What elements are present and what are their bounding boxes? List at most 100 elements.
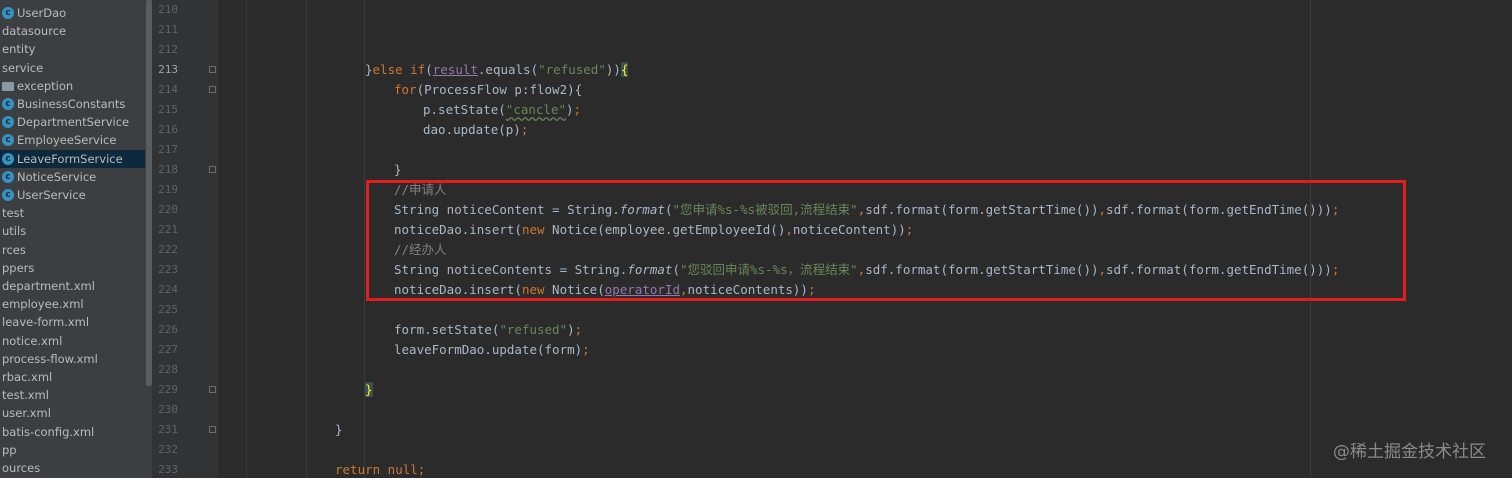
tree-item[interactable]: c DepartmentService bbox=[0, 113, 145, 131]
tree-item-label: datasource bbox=[2, 24, 67, 39]
code-line[interactable]: dao.update(p); bbox=[423, 120, 528, 140]
tree-item[interactable]: service bbox=[0, 59, 145, 77]
code-line[interactable]: return null; bbox=[335, 460, 425, 478]
class-icon: c bbox=[2, 134, 14, 147]
code-token: dao.update(p) bbox=[423, 122, 521, 137]
code-line[interactable]: } bbox=[365, 380, 373, 400]
tree-item-label: service bbox=[2, 60, 44, 75]
tree-item[interactable]: notice.xml bbox=[0, 332, 145, 350]
tree-item-label: ources bbox=[2, 461, 41, 475]
watermark: @稀土掘金技术社区 bbox=[1333, 442, 1486, 462]
line-number: 233 bbox=[158, 463, 178, 476]
code-token: (ProcessFlow p:flow2){ bbox=[416, 82, 583, 97]
tree-item[interactable]: employee.xml bbox=[0, 295, 145, 313]
code-token: ; bbox=[582, 342, 590, 357]
line-number: 231 bbox=[158, 423, 178, 436]
line-number: 223 bbox=[158, 263, 178, 276]
tree-item[interactable]: test bbox=[0, 204, 145, 222]
tree-item-label: EmployeeService bbox=[17, 133, 117, 148]
tree-item[interactable]: c EmployeeService bbox=[0, 131, 145, 149]
code-line[interactable]: } bbox=[394, 160, 402, 180]
code-token: "refused" bbox=[499, 322, 568, 337]
tree-item-label: department.xml bbox=[2, 279, 95, 293]
indent-guide bbox=[306, 0, 307, 478]
line-number: 210 bbox=[158, 3, 178, 16]
code-token: else if bbox=[372, 62, 426, 77]
code-line[interactable]: for(ProcessFlow p:flow2){ bbox=[394, 80, 582, 100]
tree-item[interactable]: c NoticeService bbox=[0, 168, 145, 186]
line-number: 221 bbox=[158, 223, 178, 236]
tree-item[interactable]: rbac.xml bbox=[0, 368, 145, 386]
code-token: ; bbox=[520, 122, 529, 137]
tree-item[interactable]: leave-form.xml bbox=[0, 313, 145, 331]
line-number: 212 bbox=[158, 43, 178, 56]
indent-guide bbox=[246, 0, 247, 478]
line-number: 216 bbox=[158, 123, 178, 136]
tree-item[interactable]: c LeaveFormService bbox=[0, 149, 145, 168]
tree-item-label: batis-config.xml bbox=[2, 424, 95, 439]
tree-item-label: DepartmentService bbox=[17, 115, 130, 130]
class-icon: c bbox=[2, 7, 14, 19]
code-token: ( bbox=[425, 62, 433, 77]
code-line[interactable]: p.setState("cancle"); bbox=[423, 100, 581, 120]
tree-item[interactable]: utils bbox=[0, 222, 145, 240]
tree-item-label: test bbox=[2, 206, 25, 221]
fold-marker-icon[interactable] bbox=[209, 386, 216, 393]
line-number: 213 bbox=[158, 63, 178, 76]
code-token: form.setState( bbox=[394, 322, 500, 337]
tree-item[interactable]: c UserDao bbox=[0, 4, 145, 22]
tree-item[interactable]: ppers bbox=[0, 259, 145, 277]
tree-item-label: rbac.xml bbox=[2, 370, 53, 384]
code-line[interactable]: form.setState("refused"); bbox=[394, 320, 582, 340]
code-token: "cancle" bbox=[505, 102, 567, 117]
tree-item[interactable]: entity bbox=[0, 40, 145, 58]
tree-item[interactable]: exception bbox=[0, 77, 145, 95]
code-line[interactable]: } bbox=[335, 420, 343, 440]
tree-item[interactable]: pp bbox=[0, 441, 145, 459]
class-icon: c bbox=[2, 98, 14, 110]
tree-item[interactable]: ources bbox=[0, 459, 145, 477]
class-icon: c bbox=[2, 189, 14, 201]
fold-marker-icon[interactable] bbox=[209, 66, 216, 73]
code-line[interactable]: leaveFormDao.update(form); bbox=[394, 340, 590, 360]
line-number: 222 bbox=[158, 243, 178, 256]
code-token: for bbox=[394, 82, 417, 97]
line-number: 229 bbox=[158, 383, 178, 396]
code-token: p.setState( bbox=[423, 102, 506, 117]
line-number: 214 bbox=[158, 83, 178, 96]
code-token: "refused" bbox=[538, 62, 606, 77]
code-token: ; bbox=[573, 102, 582, 117]
tree-item-label: exception bbox=[17, 78, 74, 93]
tree-item-label: LeaveFormService bbox=[17, 151, 123, 166]
tree-item[interactable]: datasource bbox=[0, 22, 145, 40]
fold-marker-icon[interactable] bbox=[209, 166, 216, 173]
tree-item-label: UserDao bbox=[17, 6, 67, 20]
fold-marker-icon[interactable] bbox=[209, 86, 216, 93]
tree-item[interactable]: process-flow.xml bbox=[0, 350, 145, 368]
tree-item[interactable]: test.xml bbox=[0, 386, 145, 404]
code-token: leaveFormDao.update(form) bbox=[394, 342, 583, 357]
editor-gutter[interactable]: 210 211 212 213 214 215 216 217 218 219 220 221 222 2… bbox=[152, 0, 218, 478]
tree-item[interactable]: user.xml bbox=[0, 404, 145, 422]
tree-item-label: pp bbox=[2, 442, 17, 457]
line-number: 220 bbox=[158, 203, 178, 216]
tree-item[interactable]: batis-config.xml bbox=[0, 423, 145, 441]
tree-item[interactable]: department.xml bbox=[0, 277, 145, 295]
code-token: } bbox=[365, 382, 373, 397]
tree-item-label: rces bbox=[2, 242, 26, 257]
code-token: return null bbox=[335, 462, 418, 477]
class-icon: c bbox=[2, 116, 14, 129]
tree-item-label: utils bbox=[2, 224, 27, 239]
line-number: 227 bbox=[158, 343, 178, 356]
tree-item[interactable]: c BusinessConstants bbox=[0, 95, 145, 113]
code-line[interactable]: }else if(result.equals("refused")){ bbox=[365, 60, 629, 80]
tree-item[interactable]: c UserService bbox=[0, 186, 145, 204]
fold-marker-icon[interactable] bbox=[209, 426, 216, 433]
tree-item-label: user.xml bbox=[2, 406, 51, 421]
project-tree[interactable]: c UserDao datasource entity service exception… bbox=[0, 0, 145, 478]
code-token: ; bbox=[574, 322, 583, 337]
line-number: 232 bbox=[158, 443, 178, 456]
tree-item-label: test.xml bbox=[2, 388, 49, 403]
line-number: 218 bbox=[158, 163, 178, 176]
tree-item[interactable]: rces bbox=[0, 241, 145, 259]
